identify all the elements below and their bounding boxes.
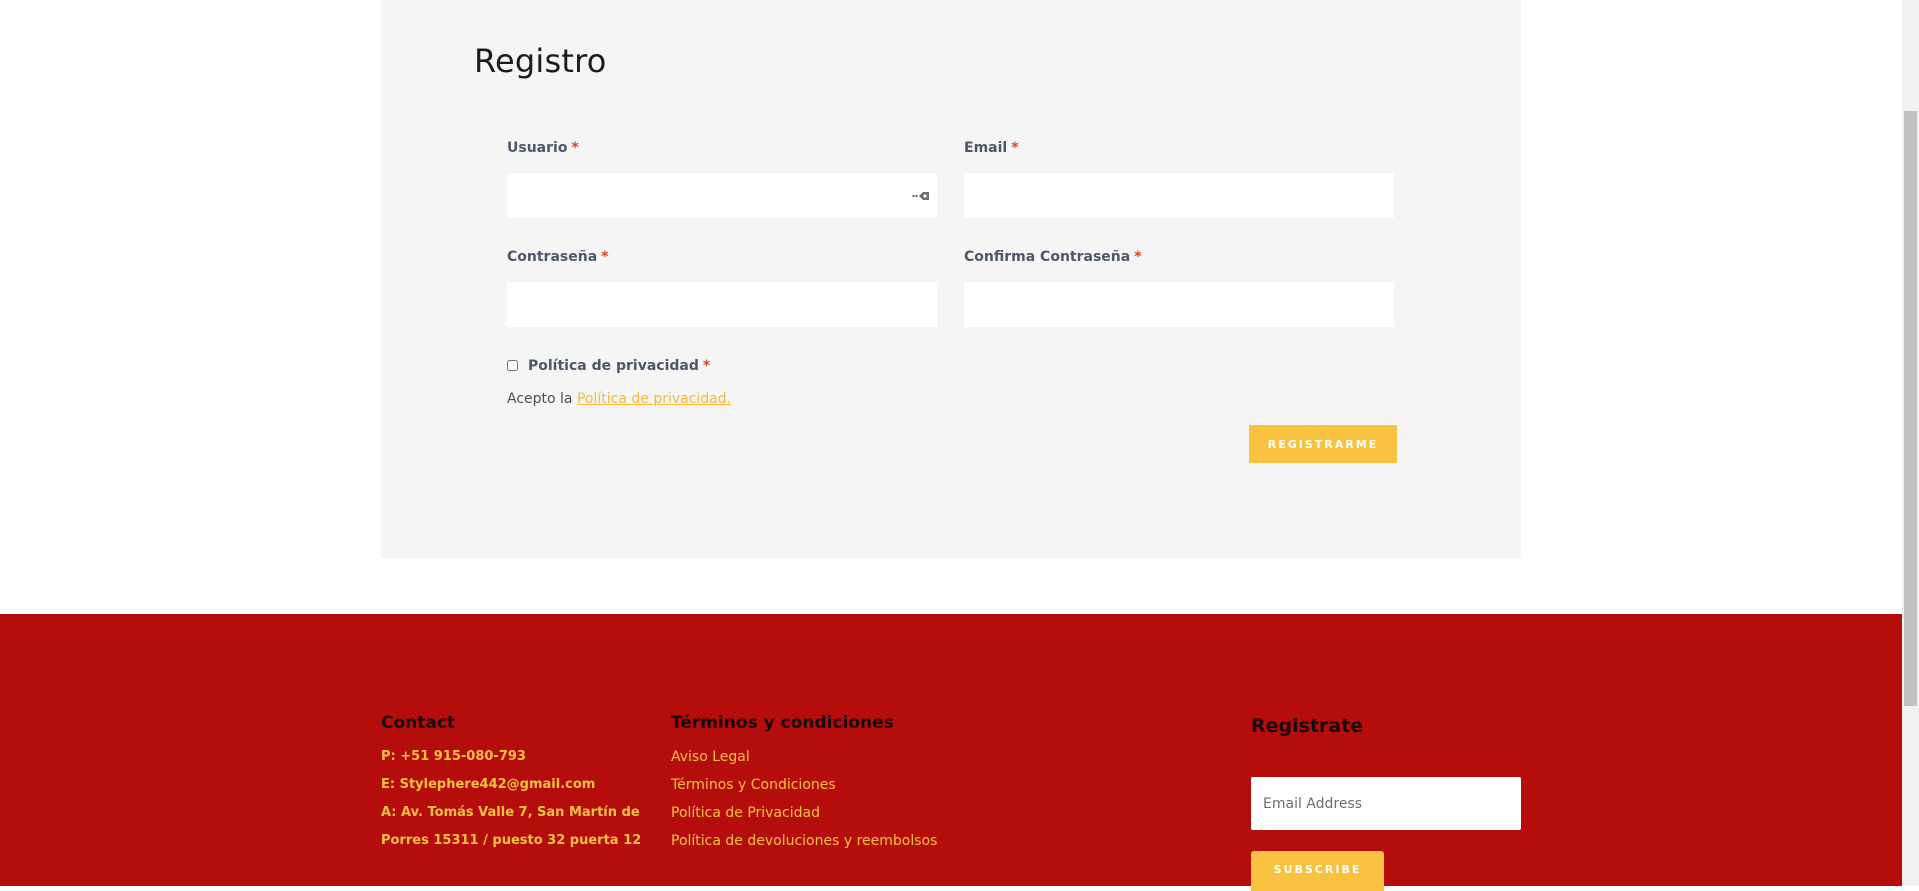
username-label: Usuario *	[507, 140, 579, 156]
username-input[interactable]	[507, 173, 937, 218]
privacy-checkbox[interactable]	[507, 360, 518, 371]
username-label-text: Usuario	[507, 140, 568, 156]
newsletter-heading: Registrate	[1251, 715, 1364, 737]
contact-address-line1: A: Av. Tomás Valle 7, San Martín de	[381, 805, 640, 820]
newsletter-email-input[interactable]	[1251, 777, 1521, 830]
privacy-label-text: Política de privacidad	[528, 358, 699, 374]
contact-phone: P: +51 915-080-793	[381, 749, 526, 764]
accept-prefix: Acepto la	[507, 391, 573, 407]
site-footer	[0, 614, 1902, 886]
terms-heading: Términos y condiciones	[671, 713, 894, 733]
page: Registro Usuario * Email * Contraseña * Con…	[0, 0, 1902, 891]
footer-link-privacidad[interactable]: Política de Privacidad	[671, 805, 820, 821]
required-marker: *	[1011, 140, 1019, 156]
privacy-policy-link[interactable]: Política de privacidad.	[577, 391, 731, 407]
page-scrollbar[interactable]	[1902, 0, 1919, 886]
footer-link-terminos[interactable]: Términos y Condiciones	[671, 777, 836, 793]
scrollbar-thumb[interactable]	[1904, 111, 1917, 706]
contact-heading: Contact	[381, 713, 456, 733]
autofill-key-icon[interactable]	[912, 188, 930, 202]
email-label-text: Email	[964, 140, 1008, 156]
email-field[interactable]	[964, 173, 1394, 218]
email-label: Email *	[964, 140, 1019, 156]
footer-link-aviso-legal[interactable]: Aviso Legal	[671, 749, 750, 765]
required-marker: *	[571, 140, 579, 156]
required-marker: *	[702, 358, 711, 374]
required-marker: *	[1134, 249, 1142, 265]
register-button[interactable]: REGISTRARME	[1249, 425, 1397, 463]
subscribe-button[interactable]: SUBSCRIBE	[1251, 851, 1384, 891]
confirm-password-label-text: Confirma Contraseña	[964, 249, 1131, 265]
contact-address-line2: Porres 15311 / puesto 32 puerta 12	[381, 833, 642, 848]
privacy-accept-text: Acepto la Política de privacidad.	[507, 391, 731, 407]
required-marker: *	[601, 249, 609, 265]
confirm-password-input[interactable]	[964, 282, 1394, 327]
contact-email: E: Stylephere442@gmail.com	[381, 777, 596, 792]
confirm-password-label: Confirma Contraseña *	[964, 249, 1142, 265]
privacy-label[interactable]: Política de privacidad *	[528, 358, 710, 374]
password-input[interactable]	[507, 282, 937, 327]
footer-link-devoluciones[interactable]: Política de devoluciones y reembolsos	[671, 833, 937, 849]
password-label: Contraseña *	[507, 249, 608, 265]
password-label-text: Contraseña	[507, 249, 598, 265]
page-title: Registro	[474, 42, 607, 80]
